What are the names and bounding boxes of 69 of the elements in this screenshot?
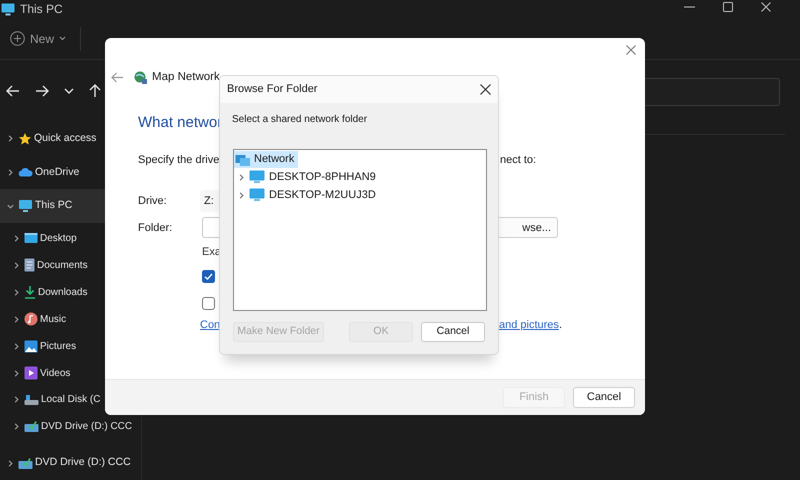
checkbox[interactable] (202, 270, 215, 283)
sidebar-item[interactable]: Pictures (0, 332, 141, 360)
minimize-icon[interactable] (684, 6, 695, 8)
checkbox[interactable] (202, 296, 215, 310)
drive-icon (24, 394, 39, 406)
sidebar-label: Local Disk (C (41, 393, 100, 408)
new-button[interactable]: New (10, 30, 66, 48)
instruction-text: Specify the drive (138, 154, 220, 166)
sidebar-label: This PC (35, 198, 72, 214)
tree-item[interactable]: DESKTOP-M2UUJ3D (249, 186, 380, 204)
cloud-icon (18, 167, 33, 178)
disc-drive-icon (18, 456, 33, 470)
video-icon (24, 366, 38, 380)
plus-icon (10, 31, 25, 46)
document-icon (24, 258, 35, 272)
monitor-icon (18, 199, 33, 214)
sidebar-item[interactable]: Documents (0, 252, 141, 279)
up-arrow-icon[interactable] (89, 84, 101, 98)
prompt-text: Select a shared network folder (231, 113, 368, 127)
dialog-title: Browse For Folder (227, 82, 318, 98)
music-note-icon (24, 312, 38, 326)
sidebar-label: Downloads (38, 286, 88, 300)
dialog-title: Map Network (152, 70, 220, 85)
network-icon (235, 152, 251, 166)
caret-icon (59, 36, 66, 41)
sidebar-label: DVD Drive (D:) CCC (35, 455, 131, 470)
monitor-icon (249, 170, 265, 184)
dialog-button[interactable]: Cancel (421, 322, 485, 342)
monitor-icon (1, 2, 15, 16)
monitor-icon (249, 188, 265, 202)
star-icon (18, 132, 32, 146)
tree-item[interactable]: Network (234, 151, 298, 168)
sidebar-item[interactable]: Quick access (0, 122, 141, 156)
folder-label: Folder: (138, 220, 174, 236)
sidebar-label: Documents (37, 258, 88, 273)
maximize-icon[interactable] (723, 2, 733, 12)
disc-drive-icon (24, 420, 39, 434)
network-globe-icon (134, 70, 148, 85)
sidebar-item[interactable]: Downloads (0, 278, 141, 306)
sidebar-item[interactable]: Music (0, 306, 141, 333)
picture-icon (24, 340, 38, 353)
dropdown-caret-icon[interactable] (64, 88, 74, 94)
folder-tree[interactable]: Network DESKTOP-8PHHAN9 DESKTOP-M2UUJ3D (233, 149, 487, 311)
dialog-button[interactable]: Cancel (573, 387, 635, 408)
close-icon[interactable] (761, 2, 771, 12)
sidebar-item[interactable]: DVD Drive (D:) CCC (0, 446, 141, 480)
close-icon[interactable] (480, 84, 491, 95)
instruction-text: nect to: (500, 154, 536, 166)
desktop-icon (24, 232, 38, 244)
tree-item[interactable]: DESKTOP-8PHHAN9 (249, 168, 380, 186)
sidebar-label: DVD Drive (D:) CCC (41, 420, 132, 434)
help-link[interactable]: and pictures (499, 316, 559, 334)
period-text: . (558, 318, 562, 333)
sidebar-label: Quick access (34, 130, 96, 146)
sidebar-label: Pictures (40, 340, 76, 354)
sidebar-item[interactable]: Videos (0, 360, 141, 386)
forward-arrow-icon[interactable] (35, 85, 49, 97)
chevron-right-icon[interactable] (237, 190, 246, 200)
sidebar-item[interactable]: DVD Drive (D:) CCC (0, 413, 141, 440)
sidebar-item[interactable]: Local Disk (C (0, 386, 141, 414)
dialog-heading: What networ (138, 113, 222, 134)
sidebar-label: Desktop (40, 232, 77, 246)
drive-label: Drive: (138, 194, 168, 209)
download-icon (24, 285, 36, 300)
sidebar-label: OneDrive (35, 164, 80, 180)
sidebar-label: Music (40, 312, 66, 327)
chevron-right-icon[interactable] (237, 172, 246, 182)
sidebar-label: Videos (40, 366, 70, 381)
window-title: This PC (20, 1, 63, 18)
